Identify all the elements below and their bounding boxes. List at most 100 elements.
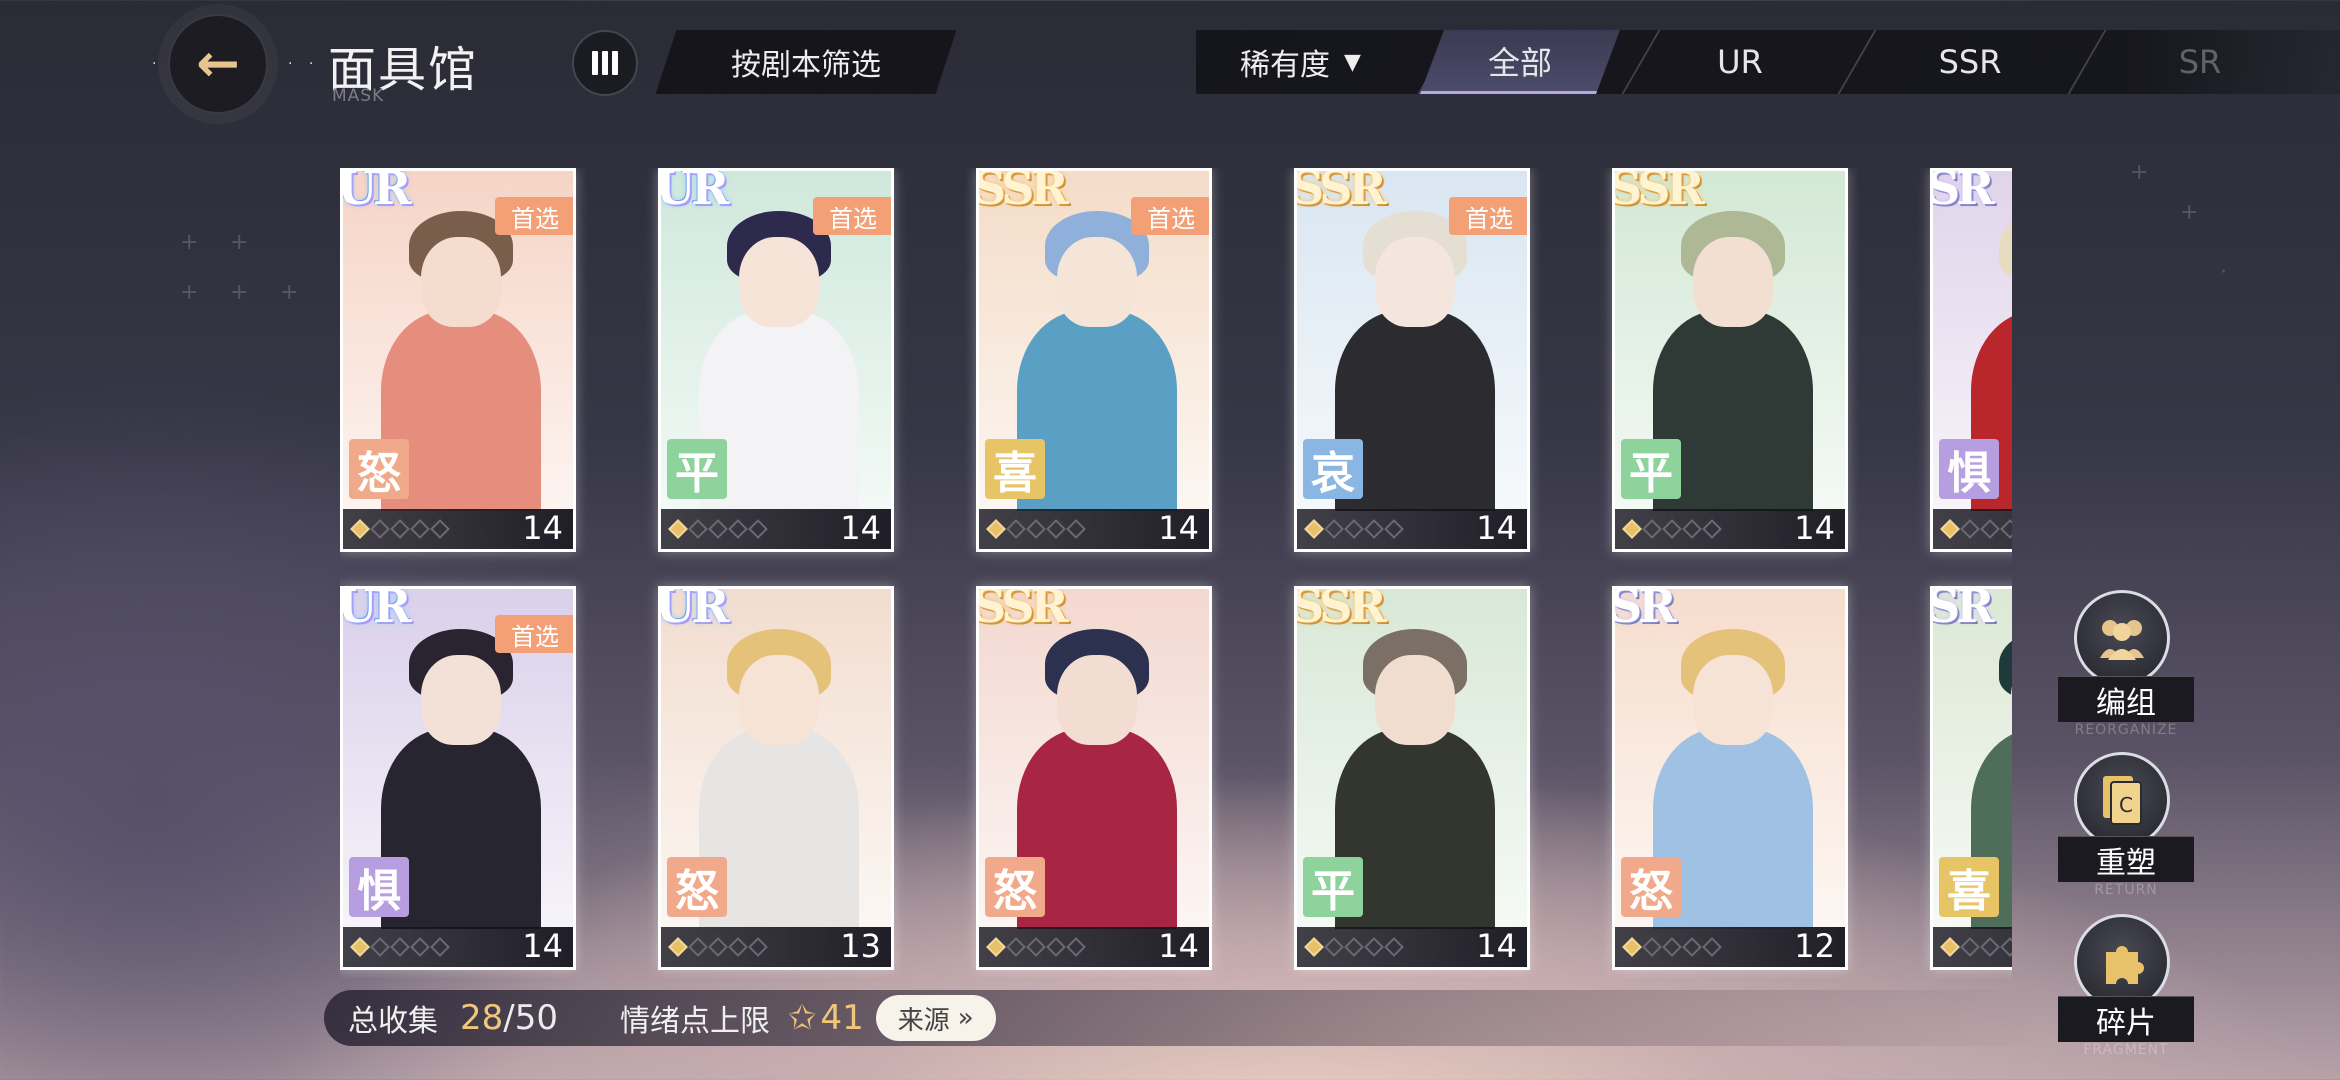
rarity-badge: UR: [658, 586, 729, 633]
team-icon-circle: [2074, 590, 2170, 686]
mask-card-grid: UR 首选怒 14 UR 首选平 14 SSR 首选喜 14 SSR 首选哀 14 SSR 平 14…: [340, 168, 2012, 978]
mask-card[interactable]: SSR 平 14: [1612, 168, 1848, 552]
rarity-badge: UR: [340, 586, 411, 633]
diamond-icon: [986, 937, 1006, 957]
card-level: 13: [840, 927, 881, 965]
team-sub-label: REORGANIZE: [2074, 722, 2178, 738]
diamond-icon: [1026, 519, 1046, 539]
card-footer: 14: [343, 509, 573, 549]
diamond-icon: [1344, 519, 1364, 539]
reshape-label: 重塑: [2058, 836, 2194, 882]
diamond-icon: [1066, 937, 1086, 957]
diamond-icon: [1006, 519, 1026, 539]
diamond-icon: [688, 519, 708, 539]
diamond-icon: [728, 937, 748, 957]
diamond-icon: [1324, 519, 1344, 539]
diamond-icon: [748, 519, 768, 539]
tab-sr[interactable]: SR: [2100, 30, 2300, 94]
card-level: 12: [1794, 927, 1835, 965]
mask-card[interactable]: SR 喜: [1930, 586, 2012, 970]
tab-ssr[interactable]: SSR: [1870, 30, 2070, 94]
preferred-badge: 首选: [495, 615, 573, 653]
diamond-icon: [1960, 937, 1980, 957]
mask-card[interactable]: SSR 首选喜 14: [976, 168, 1212, 552]
diamond-icon: [1006, 937, 1026, 957]
reshape-sub-label: RETURN: [2094, 882, 2158, 898]
mask-card[interactable]: SSR 怒 14: [976, 586, 1212, 970]
rarity-badge: SSR: [976, 586, 1069, 633]
star-rank-icons: [986, 937, 1086, 957]
fragment-button[interactable]: 碎片 FRAGMENT: [2058, 914, 2194, 1064]
diamond-icon: [350, 519, 370, 539]
rarity-dropdown[interactable]: 稀有度 ▼: [1240, 30, 1361, 94]
preferred-badge: 首选: [1131, 197, 1209, 235]
emotion-tag: 怒: [1621, 857, 1681, 917]
diamond-icon: [430, 937, 450, 957]
emotion-tag: 平: [667, 439, 727, 499]
diamond-icon: [1324, 937, 1344, 957]
mask-card[interactable]: SR 惧 14: [1930, 168, 2012, 552]
diamond-icon: [2000, 937, 2012, 957]
reshape-card-icon: C: [2103, 776, 2142, 825]
script-filter-button[interactable]: 按剧本筛选: [666, 30, 946, 94]
diamond-icon: [708, 519, 728, 539]
source-button[interactable]: 来源 »: [875, 995, 996, 1041]
tab-ur[interactable]: UR: [1640, 30, 1840, 94]
preferred-badge: 首选: [495, 197, 573, 235]
diamond-icon: [1662, 937, 1682, 957]
star-rank-icons: [1940, 937, 2012, 957]
diamond-icon: [370, 519, 390, 539]
diamond-icon: [1304, 937, 1324, 957]
rarity-dropdown-label: 稀有度: [1240, 48, 1330, 83]
rarity-badge: SSR: [1294, 586, 1387, 633]
card-footer: 14: [1297, 509, 1527, 549]
diamond-icon: [1682, 519, 1702, 539]
mask-card[interactable]: SSR 首选哀 14: [1294, 168, 1530, 552]
mask-card[interactable]: UR 首选惧 14: [340, 586, 576, 970]
diamond-icon: [350, 937, 370, 957]
card-footer: [1933, 927, 2012, 967]
star-rank-icons: [668, 519, 768, 539]
diamond-icon: [1642, 937, 1662, 957]
rarity-badge: SR: [1930, 586, 1994, 633]
fragment-label: 碎片: [2058, 996, 2194, 1042]
diamond-icon: [1364, 519, 1384, 539]
diamond-icon: [390, 519, 410, 539]
card-footer: 14: [979, 509, 1209, 549]
diamond-icon: [1364, 937, 1384, 957]
back-button[interactable]: ←: [168, 14, 268, 114]
mask-card[interactable]: UR 首选平 14: [658, 168, 894, 552]
star-rank-icons: [350, 937, 450, 957]
rarity-badge: SR: [1612, 586, 1676, 633]
diamond-icon: [390, 937, 410, 957]
team-label: 编组: [2058, 676, 2194, 722]
mask-card[interactable]: UR 怒 13: [658, 586, 894, 970]
diamond-icon: [1026, 937, 1046, 957]
svg-text:C: C: [2119, 793, 2133, 817]
diamond-icon: [410, 937, 430, 957]
diamond-icon: [986, 519, 1006, 539]
mask-card[interactable]: UR 首选怒 14: [340, 168, 576, 552]
emotion-tag: 平: [1303, 857, 1363, 917]
mask-card[interactable]: SR 怒 12: [1612, 586, 1848, 970]
diamond-icon: [1682, 937, 1702, 957]
emotion-tag: 怒: [349, 439, 409, 499]
diamond-icon: [728, 519, 748, 539]
page-subtitle: MASK: [332, 86, 385, 106]
double-chevron-right-icon: »: [957, 1003, 974, 1033]
tab-all[interactable]: 全部: [1420, 30, 1620, 94]
card-level: 14: [1794, 509, 1835, 547]
collection-value: 28/50: [460, 998, 558, 1038]
diamond-icon: [1046, 519, 1066, 539]
reshape-button[interactable]: C 重塑 RETURN: [2058, 752, 2194, 902]
diamond-icon: [1046, 937, 1066, 957]
mask-card[interactable]: SSR 平 14: [1294, 586, 1530, 970]
star-rank-icons: [350, 519, 450, 539]
diamond-icon: [1344, 937, 1364, 957]
collection-label: 总收集: [348, 1004, 438, 1039]
fragment-sub-label: FRAGMENT: [2083, 1042, 2169, 1058]
diamond-icon: [688, 937, 708, 957]
team-button[interactable]: 编组 REORGANIZE: [2058, 590, 2194, 740]
view-toggle-button[interactable]: [572, 30, 638, 96]
card-footer: 13: [661, 927, 891, 967]
